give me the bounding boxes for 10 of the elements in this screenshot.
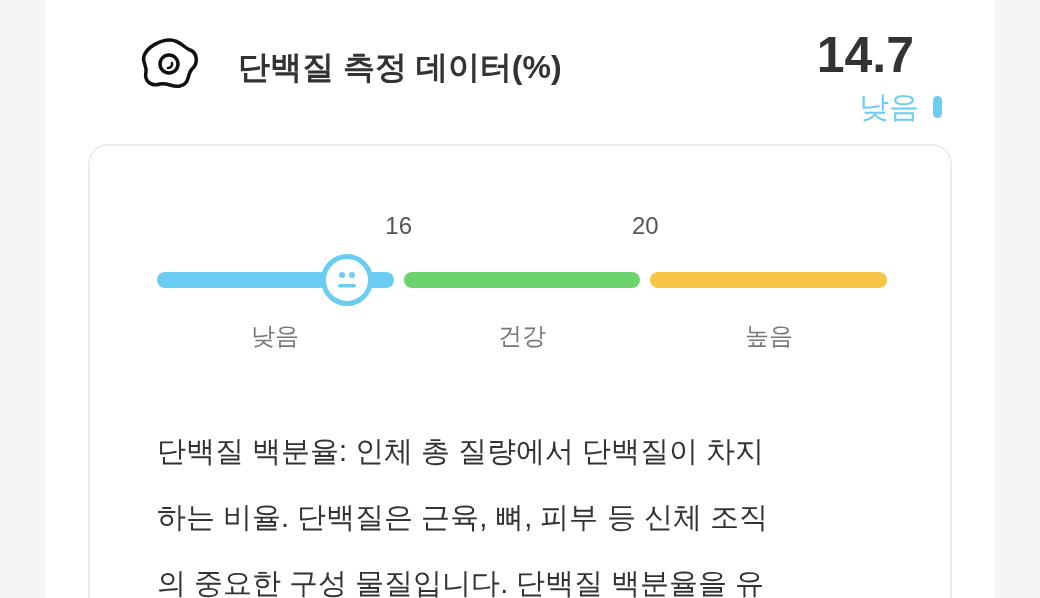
status-label: 낮음 bbox=[859, 92, 919, 122]
tick-label: 16 bbox=[385, 214, 412, 238]
measurement-value: 14.7 bbox=[816, 30, 914, 80]
tick-label: 20 bbox=[632, 214, 659, 238]
section-title: 단백질 측정 데이터(%) bbox=[238, 48, 562, 87]
segment-label: 건강 bbox=[498, 324, 546, 348]
description-text: 단백질 백분율: 인체 총 질량에서 단백질이 차지 하는 비율. 단백질은 근육, 뼈, 피부 등 신체 조직 의 중요한 구성 물질입니다. 단백질 백분율을 유 bbox=[157, 434, 769, 598]
segment-label: 낮음 bbox=[251, 324, 300, 348]
segment-label: 높음 bbox=[744, 324, 793, 348]
status-indicator bbox=[933, 96, 942, 118]
